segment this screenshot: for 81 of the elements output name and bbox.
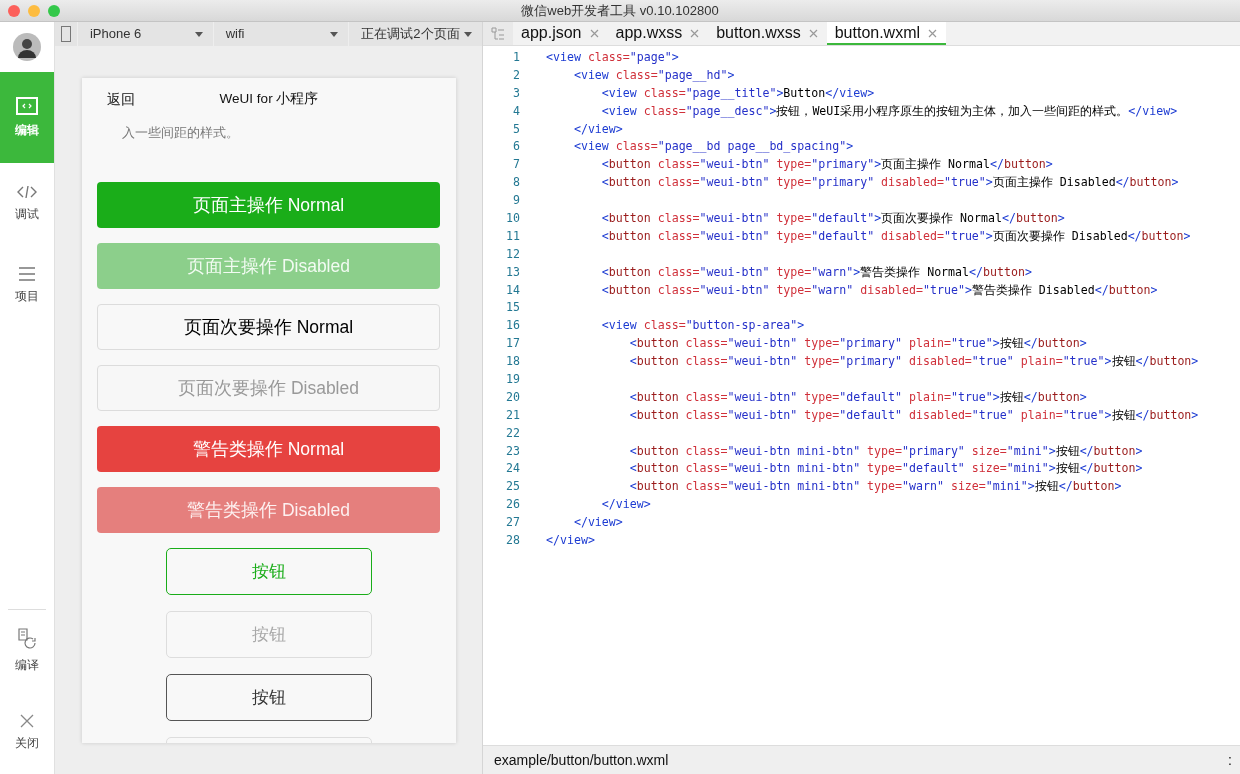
caret-icon bbox=[464, 31, 472, 37]
file-path: example/button/button.wxml bbox=[494, 750, 669, 770]
sidebar-item[interactable]: 编译 bbox=[0, 610, 54, 692]
plain-button[interactable]: 按钮 bbox=[166, 674, 372, 721]
line-number: 9 bbox=[512, 192, 520, 210]
line-number: 8 bbox=[512, 174, 520, 192]
line-number: 26 bbox=[505, 496, 520, 514]
code-line: <view class="page__bd page__bd_spacing"> bbox=[572, 138, 854, 156]
close-window-button[interactable] bbox=[8, 5, 20, 17]
line-number: 5 bbox=[512, 120, 520, 138]
code-icon bbox=[16, 185, 38, 199]
secondary-button[interactable]: 页面次要操作 Normal bbox=[97, 304, 440, 350]
code-line: <button class="weui-btn" type="primary" disabled="true">页面主操作 Disabled</button> bbox=[600, 174, 1179, 192]
line-number: 24 bbox=[505, 460, 520, 478]
code-line: <button class="weui-btn mini-btn" type="default" size="mini">按钮</button> bbox=[628, 460, 1143, 478]
line-number: 4 bbox=[512, 102, 520, 120]
sidebar-item[interactable]: 项目 bbox=[0, 245, 54, 327]
line-number: 21 bbox=[505, 406, 520, 424]
code-window-icon bbox=[16, 96, 38, 115]
code-line: <view class="page"> bbox=[546, 49, 679, 66]
line-number: 2 bbox=[512, 66, 520, 84]
code-line: <button class="weui-btn" type="warn">警告类操作 Normal</button> bbox=[600, 263, 1032, 281]
line-number: 22 bbox=[505, 424, 520, 442]
code-line: <view class="page__desc">按钮，WeUI采用小程序原生的按钮为主体，加入一些间距的样式。</view> bbox=[600, 102, 1178, 120]
file-tree-icon[interactable] bbox=[483, 22, 513, 45]
page-title: WeUI for 小程序 bbox=[219, 89, 319, 108]
code-line: </view> bbox=[572, 120, 623, 138]
sidebar-item[interactable]: 调试 bbox=[0, 163, 54, 245]
document-refresh-icon bbox=[16, 628, 38, 650]
line-number: 25 bbox=[505, 478, 520, 496]
line-number: 12 bbox=[505, 245, 520, 263]
line-number: 20 bbox=[505, 388, 520, 406]
code-line: <button class="weui-btn mini-btn" type="primary" size="mini">按钮</button> bbox=[628, 442, 1143, 460]
sidebar-item[interactable]: 关闭 bbox=[0, 692, 54, 774]
warning-button[interactable]: 警告类操作 Normal bbox=[97, 426, 440, 472]
line-number: 17 bbox=[505, 335, 520, 353]
code-line: </view> bbox=[600, 496, 651, 514]
code-line: <button class="weui-btn" type="primary" plain="true">按钮</button> bbox=[628, 335, 1087, 353]
menu-icon bbox=[18, 267, 36, 281]
line-number: 19 bbox=[505, 371, 520, 389]
code-line: <button class="weui-btn" type="default">页面次要操作 Normal</button> bbox=[600, 210, 1065, 227]
code-line: </view> bbox=[572, 514, 623, 532]
caret-icon bbox=[330, 31, 339, 37]
line-number: 7 bbox=[512, 156, 520, 174]
line-number: 23 bbox=[505, 442, 520, 460]
line-number: 28 bbox=[505, 532, 520, 550]
code-line: <view class="button-sp-area"> bbox=[600, 317, 805, 335]
line-number: 10 bbox=[505, 210, 520, 227]
maximize-window-button[interactable] bbox=[48, 5, 60, 17]
line-number: 15 bbox=[505, 299, 520, 317]
back-button[interactable]: 返回 bbox=[107, 90, 135, 111]
line-number: 3 bbox=[512, 84, 520, 102]
avatar-icon[interactable] bbox=[13, 33, 41, 61]
line-number: 16 bbox=[505, 317, 520, 335]
code-line: <button class="weui-btn" type="primary">页面主操作 Normal</button> bbox=[600, 156, 1053, 174]
page-description: 入一些间距的样式。 bbox=[122, 125, 239, 140]
editor-tab[interactable]: button.wxss bbox=[708, 22, 827, 45]
code-line: <button class="weui-btn" type="warn" disabled="true">警告类操作 Disabled</button> bbox=[600, 281, 1158, 299]
line-number: 11 bbox=[505, 227, 520, 245]
editor-tab[interactable]: app.wxss bbox=[607, 22, 709, 45]
line-number: 13 bbox=[505, 263, 520, 281]
caret-icon bbox=[194, 31, 203, 37]
editor-tab[interactable]: app.json bbox=[513, 22, 608, 45]
window-title: 微信web开发者工具 v0.10.102800 bbox=[521, 2, 719, 20]
line-number: 27 bbox=[505, 514, 520, 532]
line-number: 1 bbox=[512, 49, 520, 66]
minimize-window-button[interactable] bbox=[28, 5, 40, 17]
editor-tab[interactable]: button.wxml bbox=[826, 22, 947, 45]
code-line: <button class="weui-btn" type="default" disabled="true">页面次要操作 Disabled</button> bbox=[600, 227, 1191, 245]
cursor-position: : bbox=[1228, 750, 1232, 770]
close-icon bbox=[20, 714, 34, 728]
code-line: <button class="weui-btn mini-btn" type="warn" size="mini">按钮</button> bbox=[628, 478, 1122, 496]
code-line: <button class="weui-btn" type="default" disabled="true" plain="true">按钮</button> bbox=[628, 406, 1199, 424]
code-line: </view> bbox=[546, 532, 595, 550]
code-line: <button class="weui-btn" type="primary" disabled="true" plain="true">按钮</button> bbox=[628, 353, 1199, 371]
code-line: <view class="page__title">Button</view> bbox=[600, 84, 875, 102]
line-number: 14 bbox=[505, 281, 520, 299]
line-number: 18 bbox=[505, 353, 520, 371]
line-number: 6 bbox=[512, 138, 520, 156]
code-line: <view class="page__hd"> bbox=[572, 66, 735, 84]
code-line: <button class="weui-btn" type="default" plain="true">按钮</button> bbox=[628, 388, 1087, 406]
